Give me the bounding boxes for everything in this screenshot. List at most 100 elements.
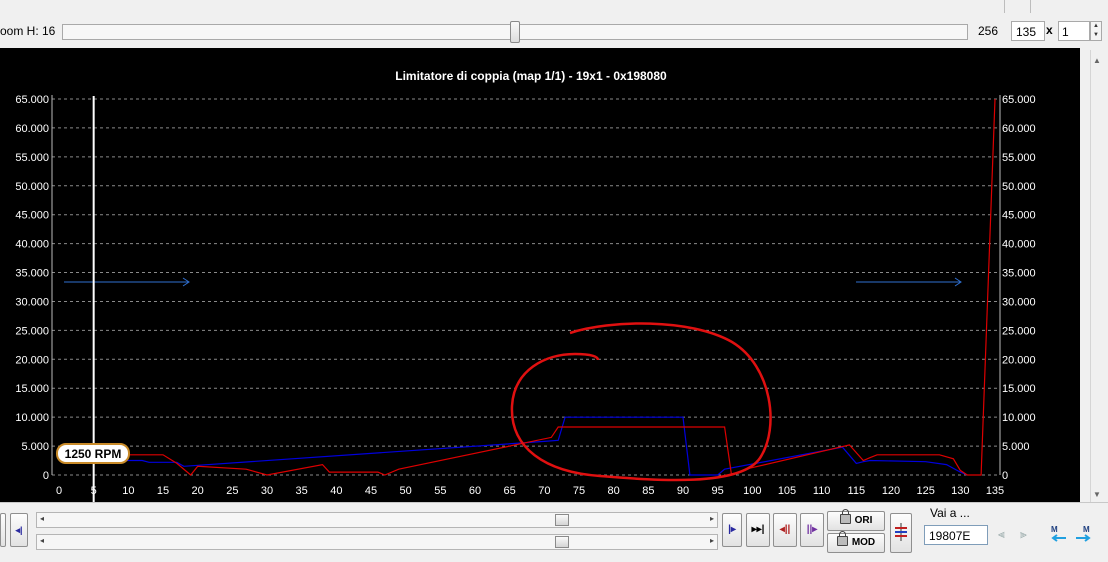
y-tick-label: 40.000 [1002, 239, 1036, 251]
move-right-button[interactable]: M [1072, 523, 1094, 545]
scroll-left-icon[interactable]: ◂ [40, 536, 44, 545]
align-left-icon: ⫷ [998, 527, 1005, 541]
align-right-icon: ⫸ [1020, 527, 1027, 541]
x-tick-label: 20 [192, 485, 204, 497]
y-tick-label: 30.000 [1002, 296, 1036, 308]
x-tick-label: 105 [778, 485, 796, 497]
y-tick-label: 55.000 [15, 152, 49, 164]
annotation-circle [510, 322, 772, 482]
step-forward-icon: |▸ [728, 524, 736, 535]
x-tick-label: 35 [296, 485, 308, 497]
align-left-button[interactable]: ⫷ [998, 527, 1016, 543]
y-tick-label: 45.000 [15, 210, 49, 222]
bottom-toolbar: ◂| ◂ ▸ ◂ ▸ |▸ ▸▸| ◂|| ||▸ ORI MOD Vai a … [0, 502, 1108, 562]
ori-button[interactable]: ORI [827, 509, 885, 531]
y-tick-label: 20.000 [1002, 354, 1036, 366]
chart-series [59, 98, 996, 476]
y-tick-label: 5.000 [21, 441, 49, 453]
y-tick-label: 50.000 [15, 181, 49, 193]
zoom-slider-thumb[interactable] [510, 21, 520, 43]
lock-icon [839, 509, 851, 524]
x-tick-label: 90 [677, 485, 689, 497]
align-right-button[interactable]: ⫸ [1020, 527, 1038, 543]
y-axis-right: 0 5.000 10.000 15.000 20.000 25.000 30.000 35.0… [1002, 94, 1036, 482]
x-tick-label: 55 [434, 485, 446, 497]
x-tick-label: 80 [608, 485, 620, 497]
x-tick-label: 10 [122, 485, 134, 497]
next-diff-button[interactable]: ||▸ [800, 513, 824, 547]
y-tick-label: 15.000 [15, 383, 49, 395]
move-left-icon: M [1051, 525, 1066, 542]
y-tick-label: 35.000 [15, 268, 49, 280]
step-back-button[interactable]: ◂| [10, 513, 28, 547]
scroll-down-icon[interactable]: ▼ [1093, 490, 1101, 499]
y-tick-label: 10.000 [1002, 412, 1036, 424]
horizontal-scrollbar-top[interactable]: ◂ ▸ [36, 512, 718, 528]
chart[interactable]: Limitatore di coppia (map 1/1) - 19x1 - … [0, 48, 1080, 502]
vertical-scrollbar[interactable]: ▲ ▼ [1090, 50, 1105, 502]
top-strip-divider [1030, 0, 1031, 13]
zoom-times-label: x [1046, 23, 1053, 37]
series-line-1 [59, 98, 996, 476]
zoom-multiplier-field[interactable]: 1 [1058, 21, 1090, 41]
x-tick-label: 95 [712, 485, 724, 497]
scroll-right-icon[interactable]: ▸ [710, 536, 714, 545]
scroll-up-icon[interactable]: ▲ [1093, 56, 1101, 65]
y-tick-label: 45.000 [1002, 210, 1036, 222]
x-tick-label: 40 [330, 485, 342, 497]
y-tick-label: 65.000 [1002, 94, 1036, 106]
zoom-toolbar: oom H: 16 256 135 x 1 ▲ ▼ [0, 14, 1108, 48]
x-tick-label: 75 [573, 485, 585, 497]
step-forward-button[interactable]: |▸ [722, 513, 742, 547]
x-tick-label: 115 [848, 485, 866, 497]
goto-label: Vai a ... [930, 506, 970, 520]
y-tick-label: 10.000 [15, 412, 49, 424]
zoom-multiplier-spinner[interactable]: ▲ ▼ [1090, 21, 1102, 41]
x-tick-label: 15 [157, 485, 169, 497]
horizontal-scrollbar-bottom[interactable]: ◂ ▸ [36, 534, 718, 550]
y-tick-label: 0 [43, 470, 49, 482]
skip-end-icon: ▸▸| [751, 524, 765, 535]
x-tick-label: 50 [400, 485, 412, 497]
x-tick-label: 120 [882, 485, 900, 497]
x-tick-label: 30 [261, 485, 273, 497]
annotation-circle-stroke [510, 322, 772, 482]
x-tick-label: 70 [538, 485, 550, 497]
scroll-left-icon[interactable]: ◂ [40, 514, 44, 523]
ori-label: ORI [854, 515, 873, 526]
compare-icon [895, 523, 907, 541]
compare-button[interactable] [890, 513, 912, 553]
last-button[interactable]: ▸▸| [746, 513, 770, 547]
y-tick-label: 15.000 [1002, 383, 1036, 395]
address-input[interactable]: 19807E [924, 525, 988, 545]
top-strip [0, 0, 1108, 15]
y-tick-label: 5.000 [1002, 441, 1030, 453]
y-tick-label: 65.000 [15, 94, 49, 106]
scrollbar-thumb[interactable] [555, 514, 569, 526]
left-edge-button[interactable] [0, 513, 6, 547]
x-tick-label: 25 [226, 485, 238, 497]
zoom-value-field[interactable]: 135 [1011, 21, 1045, 41]
scroll-indicators [64, 277, 962, 287]
y-tick-label: 55.000 [1002, 152, 1036, 164]
y-tick-label: 25.000 [1002, 325, 1036, 337]
move-left-button[interactable]: M [1048, 523, 1070, 545]
y-tick-label: 25.000 [15, 325, 49, 337]
x-tick-label: 135 [986, 485, 1004, 497]
chart-title: Limitatore di coppia (map 1/1) - 19x1 - … [395, 69, 667, 83]
x-tick-label: 110 [813, 485, 831, 497]
x-axis: 0510152025303540455055606570758085909510… [56, 485, 1004, 497]
cursor-label: 1250 RPM [65, 447, 122, 461]
scroll-right-icon[interactable]: ▸ [710, 514, 714, 523]
prev-diff-button[interactable]: ◂|| [773, 513, 797, 547]
x-tick-label: 60 [469, 485, 481, 497]
x-tick-label: 85 [642, 485, 654, 497]
x-tick-label: 65 [504, 485, 516, 497]
y-tick-label: 0 [1002, 470, 1008, 482]
chart-area[interactable]: Limitatore di coppia (map 1/1) - 19x1 - … [0, 48, 1080, 502]
mod-button[interactable]: MOD [827, 531, 885, 553]
y-tick-label: 60.000 [15, 123, 49, 135]
zoom-label: oom H: 16 [0, 24, 56, 38]
scrollbar-thumb[interactable] [555, 536, 569, 548]
x-tick-label: 125 [916, 485, 934, 497]
